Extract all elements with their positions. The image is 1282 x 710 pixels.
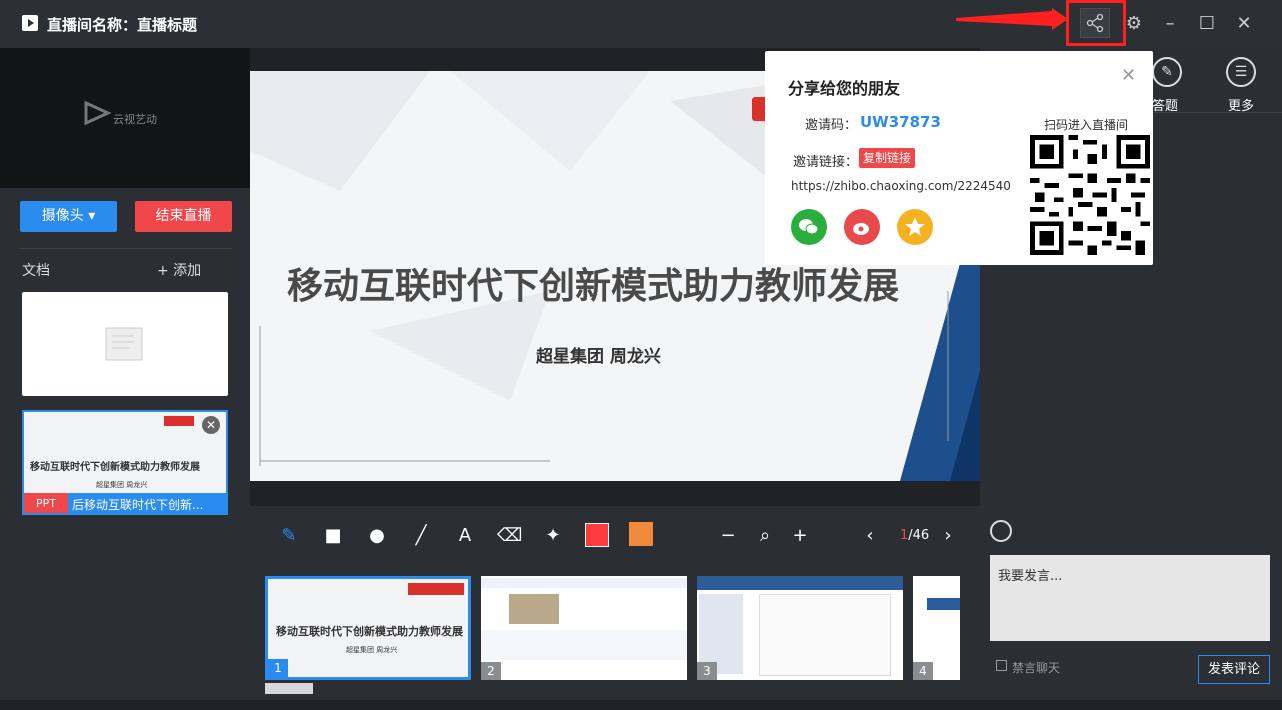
weibo-share-button[interactable]: [844, 209, 880, 245]
zoom-out-icon[interactable]: −: [716, 524, 740, 548]
close-window-button[interactable]: ✕: [1230, 10, 1258, 38]
maximize-button[interactable]: ☐: [1193, 10, 1221, 38]
zoom-in-icon[interactable]: +: [788, 524, 812, 548]
minimize-button[interactable]: –: [1156, 10, 1184, 38]
mute-label: 禁言聊天: [1012, 661, 1061, 675]
prev-page-icon[interactable]: ‹: [858, 524, 882, 548]
thumbnail-1[interactable]: 移动互联时代下创新模式助力教师发展 超星集团 周龙兴 1: [265, 576, 471, 680]
thumb-banner: [927, 598, 960, 610]
qzone-share-button[interactable]: [897, 209, 933, 245]
share-icon: [1086, 13, 1104, 33]
eraser-icon[interactable]: ⌫: [497, 524, 522, 548]
wechat-share-button[interactable]: [791, 209, 827, 245]
window-title: 直播间名称：直播标题: [47, 16, 198, 34]
popup-title: 分享给您的朋友: [788, 79, 901, 98]
thumbnail-scrollbar[interactable]: [265, 683, 313, 694]
close-popup-icon[interactable]: ✕: [1121, 65, 1136, 86]
chat-placeholder: 我要发言...: [998, 569, 1063, 584]
app-play-icon: [22, 15, 38, 31]
slide-subtitle: 超星集团 周龙兴: [536, 347, 661, 367]
logo-text: 云视艺动: [113, 113, 157, 126]
chat-input[interactable]: 我要发言...: [990, 555, 1270, 641]
more-label[interactable]: 更多: [1228, 95, 1254, 114]
thumb-header: [481, 578, 687, 588]
color-red-swatch[interactable]: [585, 523, 609, 547]
page-indicator: 1/46: [900, 528, 929, 543]
post-comment-button[interactable]: 发表评论: [1198, 655, 1270, 684]
document-icon: [105, 327, 143, 361]
line-icon[interactable]: ╱: [409, 524, 433, 548]
answer-label[interactable]: 答题: [1152, 95, 1178, 114]
divider: [20, 248, 232, 249]
qr-code-image: [1030, 135, 1150, 255]
page-total: /46: [908, 528, 930, 543]
invite-code-value: UW37873: [860, 113, 941, 131]
wechat-icon: [799, 219, 819, 235]
more-icon[interactable]: ☰: [1226, 57, 1256, 87]
add-doc-button[interactable]: + 添加: [157, 260, 201, 280]
red-arrow-annotation: [956, 8, 1068, 30]
end-live-button[interactable]: 结束直播: [135, 201, 232, 232]
close-doc-icon[interactable]: ✕: [202, 416, 220, 434]
thumb-photo: [509, 594, 559, 624]
ppt-logo: [164, 416, 194, 426]
doc-ppt-name: 后移动互联时代下创新...: [72, 498, 204, 512]
camera-button[interactable]: 摄像头 ▾: [20, 201, 117, 232]
circle-icon[interactable]: ●: [365, 524, 389, 548]
weibo-icon: [853, 223, 869, 235]
rectangle-icon[interactable]: ■: [321, 524, 345, 548]
thumbnail-3[interactable]: 3: [697, 576, 903, 680]
thumb-sub: 超星集团 周龙兴: [346, 646, 398, 654]
doc-blank-card[interactable]: [22, 292, 228, 396]
doc-ppt-title: 移动互联时代下创新模式助力教师发展: [30, 462, 200, 473]
thumb-number: 4: [913, 662, 933, 680]
invite-code-label: 邀请码：: [805, 118, 858, 133]
thumb-timeline: [481, 630, 687, 660]
mute-checkbox[interactable]: [996, 660, 1007, 671]
thumbnail-2[interactable]: 2: [481, 576, 687, 680]
logo-icon: [84, 100, 112, 126]
emoji-icon[interactable]: [990, 520, 1012, 542]
qr-label: 扫码进入直播间: [1044, 118, 1129, 132]
thumb-number: 1: [268, 659, 288, 677]
docs-label: 文档: [22, 263, 50, 279]
next-page-icon[interactable]: ›: [936, 524, 960, 548]
invite-url: https://zhibo.chaoxing.com/2224540: [791, 179, 1011, 193]
copy-link-button[interactable]: 复制链接: [859, 148, 915, 168]
color-orange-swatch[interactable]: [629, 522, 653, 546]
gear-icon[interactable]: ⚙: [1120, 10, 1148, 38]
share-button[interactable]: [1080, 8, 1110, 38]
thumb-logo: [408, 583, 464, 595]
pen-icon[interactable]: ✎: [277, 524, 301, 548]
doc-ppt-card[interactable]: 移动互联时代下创新模式助力教师发展 超星集团 周龙兴 PPT 后移动互联时代下创…: [22, 410, 228, 515]
invite-link-label: 邀请链接：: [793, 155, 859, 170]
text-icon[interactable]: A: [453, 524, 477, 548]
answer-icon[interactable]: ✎: [1152, 57, 1182, 87]
thumb-number: 3: [697, 662, 717, 680]
ppt-badge: PPT: [24, 493, 68, 513]
zoom-icon[interactable]: ⌕: [753, 524, 777, 548]
status-bar: [0, 700, 1282, 710]
clear-icon[interactable]: ✦: [541, 524, 565, 548]
thumb-header: [697, 576, 903, 590]
share-popup: 分享给您的朋友 ✕ 邀请码： UW37873 邀请链接： 复制链接 https:…: [765, 51, 1153, 265]
star-icon: [905, 217, 925, 236]
thumb-document: [759, 594, 891, 676]
thumb-title: 移动互联时代下创新模式助力教师发展: [276, 625, 463, 638]
thumbnail-4[interactable]: 4: [913, 576, 960, 680]
doc-ppt-sub: 超星集团 周龙兴: [96, 481, 148, 489]
thumb-number: 2: [481, 662, 501, 680]
